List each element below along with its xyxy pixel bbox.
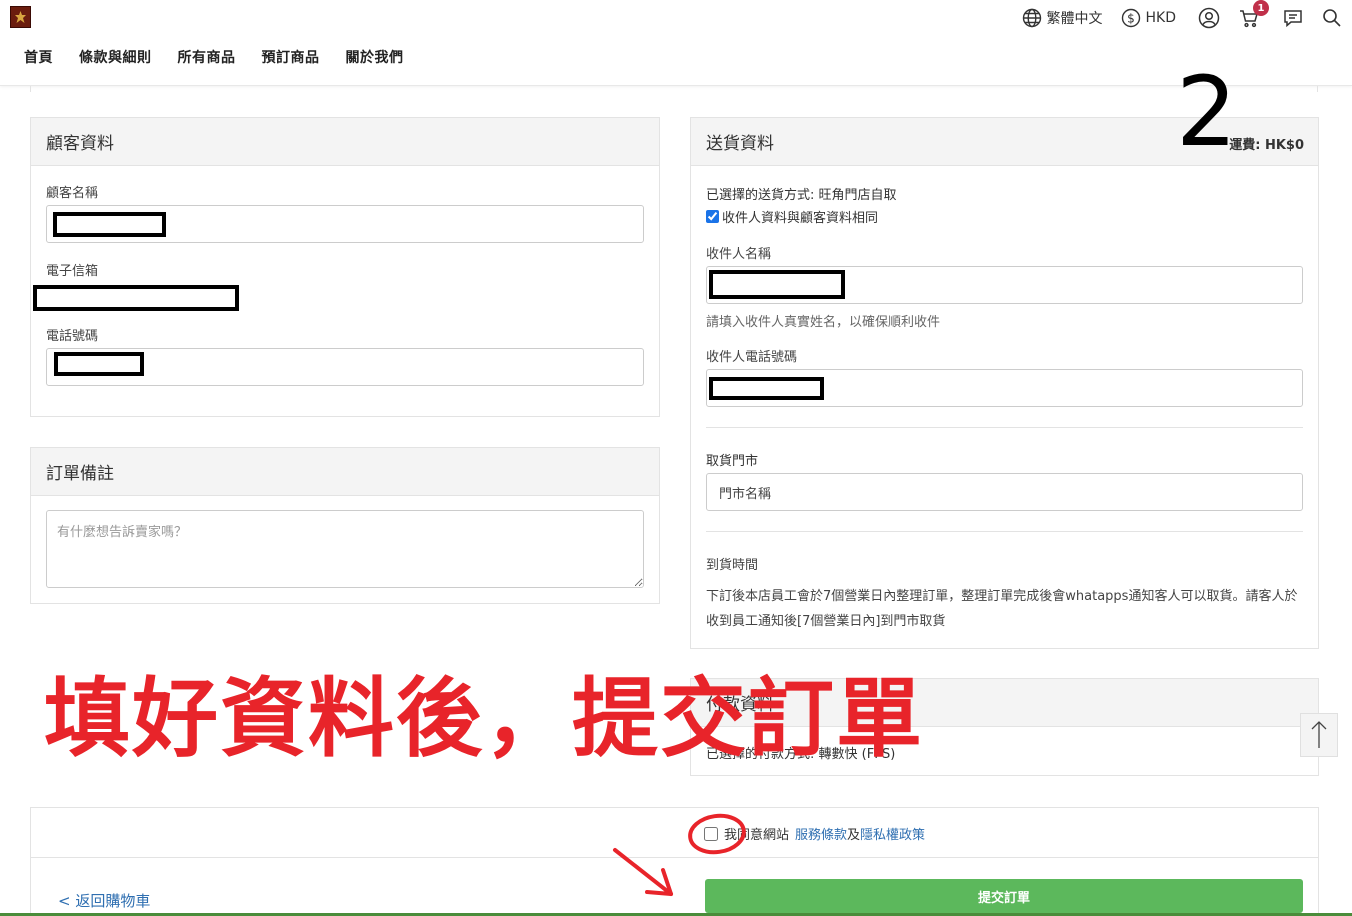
same-as-customer-option[interactable]: 收件人資料與顧客資料相同 — [706, 207, 878, 226]
back-to-cart-link[interactable]: < 返回購物車 — [58, 890, 150, 911]
svg-text:$: $ — [1127, 12, 1135, 26]
shipping-fee: 運費: HK$0 — [1229, 138, 1304, 153]
customer-name-label: 顧客名稱 — [46, 186, 99, 201]
privacy-policy-link[interactable]: 隱私權政策 — [860, 824, 925, 843]
pickup-store-label: 取貨門市 — [706, 454, 759, 469]
nav-home[interactable]: 首頁 — [24, 47, 53, 67]
header-utilities: 繁體中文 $ HKD 1 — [1022, 0, 1343, 30]
pickup-store-select[interactable]: 門市名稱 — [706, 473, 1303, 511]
currency-label: HKD — [1145, 10, 1177, 26]
redaction-box — [54, 352, 144, 376]
redaction-box — [709, 377, 824, 400]
nav-all-products[interactable]: 所有商品 — [178, 47, 236, 67]
submit-order-button[interactable]: 提交訂單 — [705, 879, 1303, 913]
user-icon — [1198, 7, 1220, 29]
nav-about[interactable]: 關於我們 — [346, 47, 404, 67]
red-annotation-marks — [613, 813, 746, 896]
messages-button[interactable] — [1282, 7, 1304, 29]
divider — [706, 427, 1303, 428]
same-as-customer-checkbox[interactable] — [706, 210, 719, 223]
divider — [706, 531, 1303, 532]
nav-preorder[interactable]: 預訂商品 — [262, 47, 320, 67]
arrow-up-icon — [1311, 721, 1327, 748]
account-button[interactable] — [1198, 7, 1220, 29]
order-note-textarea[interactable] — [46, 510, 644, 588]
content-top-border — [30, 86, 1318, 92]
order-note-title: 訂單備註 — [31, 448, 659, 496]
instruction-overlay: 填好資料後，提交訂單 — [44, 669, 924, 769]
arrival-time-text: 下訂後本店員工會於7個營業日內整理訂單，整理訂單完成後會whatapps通知客人… — [706, 589, 1298, 629]
recipient-name-label: 收件人名稱 — [706, 247, 772, 262]
step-number-overlay: 2 — [1176, 56, 1238, 168]
nav-terms[interactable]: 條款與細則 — [79, 47, 152, 67]
language-label: 繁體中文 — [1046, 11, 1103, 27]
delivery-info-title: 送貨資料 — [706, 134, 774, 154]
agree-and: 及 — [847, 828, 861, 843]
globe-icon — [1022, 8, 1041, 28]
terms-of-service-link[interactable]: 服務條款 — [795, 824, 847, 843]
recipient-phone-label: 收件人電話號碼 — [706, 350, 798, 365]
recipient-name-hint: 請填入收件人真實姓名，以確保順利收件 — [706, 315, 941, 330]
arrival-time-label: 到貨時間 — [706, 558, 759, 573]
customer-email-redacted — [33, 285, 239, 311]
selected-delivery-method: 已選擇的送貨方式: 旺角門店自取 — [706, 188, 897, 203]
cart-button[interactable]: 1 — [1238, 0, 1269, 29]
language-selector[interactable]: 繁體中文 — [1022, 8, 1103, 28]
cart-count-badge: 1 — [1253, 0, 1269, 16]
store-logo[interactable] — [10, 6, 31, 28]
currency-selector[interactable]: $ HKD — [1121, 8, 1177, 28]
site-header: 首頁 條款與細則 所有商品 預訂商品 關於我們 繁體中文 $ HKD 1 — [0, 0, 1352, 86]
chat-icon — [1284, 10, 1302, 28]
customer-email-label: 電子信箱 — [46, 264, 99, 279]
dollar-icon: $ — [1121, 8, 1140, 28]
same-as-customer-label: 收件人資料與顧客資料相同 — [722, 211, 879, 226]
customer-phone-label: 電話號碼 — [46, 329, 99, 344]
redaction-box — [709, 270, 845, 299]
main-nav: 首頁 條款與細則 所有商品 預訂商品 關於我們 — [24, 47, 404, 67]
search-button[interactable] — [1322, 8, 1342, 28]
search-icon — [1323, 9, 1341, 27]
back-to-top-button[interactable] — [1300, 713, 1338, 757]
redaction-box — [53, 212, 166, 237]
customer-info-title: 顧客資料 — [31, 118, 659, 166]
